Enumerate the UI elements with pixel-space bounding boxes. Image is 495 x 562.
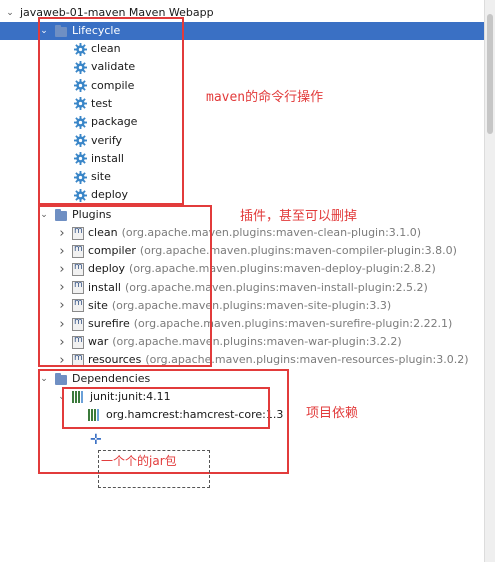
lifecycle-annotation: maven的命令行操作	[206, 90, 324, 105]
chevron-right-icon[interactable]: ›	[56, 351, 68, 369]
dependency-row-hamcrest[interactable]: org.hamcrest:hamcrest-core:1.3	[88, 406, 283, 424]
dependency-name: org.hamcrest:hamcrest-core:1.3	[106, 408, 284, 421]
chevron-right-icon[interactable]: ›	[56, 315, 68, 333]
lifecycle-phase-deploy[interactable]: deploy	[74, 186, 128, 204]
plugin-icon	[72, 298, 84, 313]
scrollbar-thumb[interactable]	[487, 14, 493, 134]
dependency-name: junit:junit:4.11	[90, 390, 171, 403]
folder-icon	[54, 24, 68, 38]
plugin-icon	[72, 244, 84, 258]
lifecycle-phase-site[interactable]: site	[74, 168, 111, 186]
dependency-row-junit[interactable]: ⌄ junit:junit:4.11	[56, 388, 171, 406]
plugin-icon	[72, 335, 84, 349]
gear-icon	[74, 60, 87, 74]
chevron-down-icon[interactable]: ⌄	[56, 388, 68, 406]
plugin-name: install	[88, 280, 121, 294]
gear-icon	[74, 170, 87, 184]
gear-icon	[74, 152, 87, 166]
gear-icon	[74, 97, 87, 111]
plugin-name: resources	[88, 353, 142, 367]
lifecycle-phase-package[interactable]: package	[74, 113, 137, 131]
plugin-row-deploy[interactable]: › deploy(org.apache.maven.plugins:maven-d…	[56, 260, 436, 278]
plugin-row-compiler[interactable]: › compiler(org.apache.maven.plugins:maven…	[56, 242, 457, 260]
maven-projects-tree: ⌄ javaweb-01-maven Maven Webapp ⌄ Lifecy…	[0, 0, 484, 562]
lifecycle-phase-label: compile	[91, 78, 135, 92]
gear-icon	[74, 42, 87, 56]
jar-annotation: 一个个的jar包	[101, 454, 177, 468]
plugin-row-resources[interactable]: › resources(org.apache.maven.plugins:mave…	[56, 351, 469, 369]
folder-icon	[54, 208, 68, 222]
chevron-down-icon[interactable]: ⌄	[4, 4, 16, 22]
plugin-name: site	[88, 298, 108, 312]
dependencies-label: Dependencies	[72, 372, 151, 385]
plugin-name: compiler	[88, 244, 136, 258]
dependencies-annotation: 项目依赖	[306, 406, 359, 421]
project-root-row[interactable]: ⌄ javaweb-01-maven Maven Webapp	[4, 4, 214, 22]
plugin-icon	[72, 353, 84, 367]
plugin-artifact: (org.apache.maven.plugins:maven-compiler…	[139, 244, 457, 258]
plugins-label: Plugins	[72, 208, 112, 221]
lifecycle-phase-label: clean	[91, 42, 121, 55]
gear-icon	[74, 79, 87, 93]
lifecycle-label: Lifecycle	[72, 24, 121, 37]
chevron-right-icon[interactable]: ›	[56, 260, 68, 278]
lifecycle-phase-compile[interactable]: compile	[74, 77, 134, 95]
plugin-artifact: (org.apache.maven.plugins:maven-resource…	[145, 353, 469, 367]
lifecycle-phase-label: test	[91, 96, 113, 110]
lifecycle-phase-label: deploy	[91, 188, 129, 202]
chevron-right-icon[interactable]: ›	[56, 297, 68, 315]
chevron-right-icon[interactable]: ›	[56, 333, 68, 351]
plugin-name: surefire	[88, 317, 130, 330]
plugin-row-war[interactable]: › war(org.apache.maven.plugins:maven-war-…	[56, 333, 402, 351]
plugin-row-install[interactable]: › install(org.apache.maven.plugins:maven-…	[56, 279, 428, 297]
plugins-folder-row[interactable]: ⌄ Plugins	[38, 206, 111, 224]
plugin-row-surefire[interactable]: › surefire(org.apache.maven.plugins:maven…	[56, 315, 452, 333]
dependencies-folder-row[interactable]: ⌄ Dependencies	[38, 370, 150, 388]
plugin-row-clean[interactable]: › clean(org.apache.maven.plugins:maven-cl…	[56, 224, 421, 242]
plugin-artifact: (org.apache.maven.plugins:maven-site-plu…	[111, 298, 392, 312]
plugin-name: war	[88, 335, 109, 349]
plugin-row-site[interactable]: › site(org.apache.maven.plugins:maven-sit…	[56, 297, 391, 315]
project-title: javaweb-01-maven Maven Webapp	[20, 6, 214, 19]
lifecycle-phase-label: install	[91, 151, 124, 165]
plugins-annotation: 插件，甚至可以删掉	[240, 209, 358, 224]
library-icon	[88, 409, 102, 421]
plugin-artifact: (org.apache.maven.plugins:maven-install-…	[124, 280, 428, 294]
plugin-icon	[72, 317, 84, 331]
chevron-down-icon[interactable]: ⌄	[38, 370, 50, 388]
plugin-name: deploy	[88, 262, 126, 276]
chevron-right-icon[interactable]: ›	[56, 224, 68, 242]
lifecycle-phase-label: validate	[91, 60, 136, 74]
chevron-down-icon[interactable]: ⌄	[38, 22, 50, 40]
lifecycle-phase-test[interactable]: test	[74, 95, 112, 113]
lifecycle-phase-verify[interactable]: verify	[74, 132, 122, 150]
lifecycle-phase-label: package	[91, 115, 138, 129]
vertical-scrollbar[interactable]	[484, 0, 495, 562]
plugin-icon	[72, 280, 84, 295]
plugin-artifact: (org.apache.maven.plugins:maven-clean-pl…	[121, 226, 422, 239]
folder-icon	[54, 372, 68, 386]
chevron-down-icon[interactable]: ⌄	[38, 206, 50, 224]
gear-icon	[74, 115, 87, 129]
lifecycle-folder-row[interactable]: ⌄ Lifecycle	[0, 22, 484, 40]
plugin-icon	[72, 226, 84, 240]
plugin-artifact: (org.apache.maven.plugins:maven-surefire…	[133, 317, 453, 330]
plugin-artifact: (org.apache.maven.plugins:maven-deploy-p…	[129, 262, 436, 276]
chevron-right-icon[interactable]: ›	[56, 279, 68, 297]
lifecycle-phase-install[interactable]: install	[74, 150, 124, 168]
plugin-icon	[72, 262, 84, 276]
move-cursor-icon: ✛	[90, 432, 102, 448]
lifecycle-phase-label: site	[91, 170, 111, 184]
lifecycle-phase-clean[interactable]: clean	[74, 40, 121, 58]
plugin-name: clean	[88, 226, 118, 239]
gear-icon	[74, 134, 87, 147]
library-icon	[72, 391, 86, 403]
chevron-right-icon[interactable]: ›	[56, 242, 68, 260]
gear-icon	[74, 188, 87, 202]
plugin-artifact: (org.apache.maven.plugins:maven-war-plug…	[112, 335, 402, 349]
lifecycle-phase-label: verify	[91, 133, 123, 147]
lifecycle-phase-validate[interactable]: validate	[74, 58, 135, 76]
